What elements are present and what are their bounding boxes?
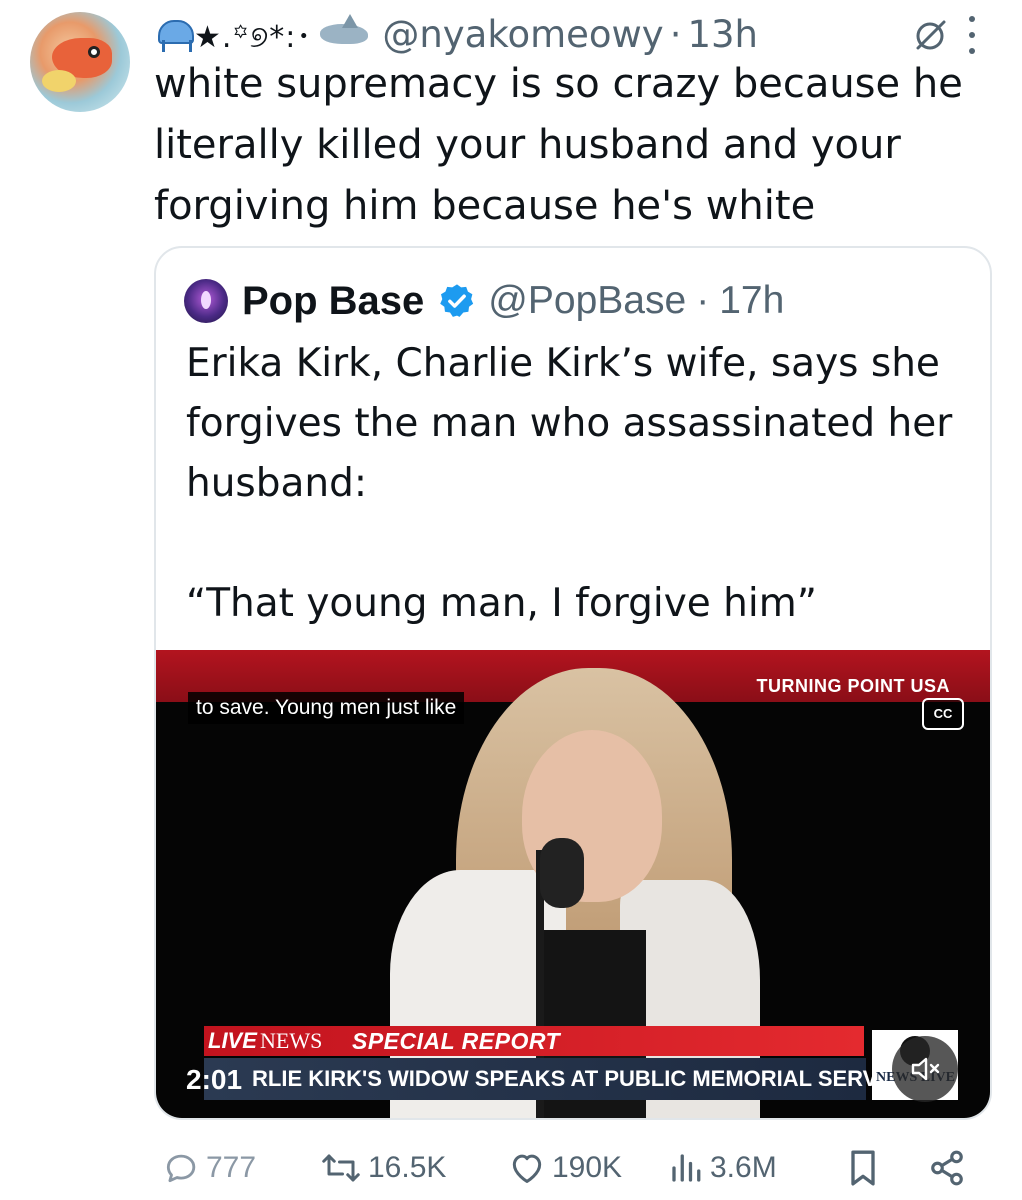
tweet-actions-bar: 777 16.5K 190K 3.6M (162, 1144, 972, 1192)
avatar-fin-shape (42, 70, 76, 92)
views-count: 3.6M (710, 1151, 777, 1184)
quoted-tweet-header: Pop Base @PopBase · 17h (184, 276, 784, 326)
shark-emoji-icon (318, 14, 372, 54)
quoted-author-avatar[interactable] (184, 279, 228, 323)
quoted-author-handle[interactable]: @PopBase (488, 279, 686, 323)
closed-captions-icon: CC (922, 698, 964, 730)
author-display-name[interactable]: ★.꙳୭*:･ (194, 12, 312, 56)
header-separator: · (669, 12, 682, 56)
grok-icon[interactable] (912, 18, 948, 54)
turning-point-logo: TURNING POINT USA (756, 676, 950, 696)
more-options-icon[interactable] (968, 16, 976, 54)
repost-action[interactable]: 16.5K (320, 1144, 446, 1192)
reply-icon (166, 1154, 196, 1183)
tweet-time[interactable]: 13h (687, 13, 758, 56)
abc-news-logo: NEWS (260, 1028, 323, 1053)
views-chart-icon (672, 1154, 701, 1182)
mute-button[interactable] (892, 1036, 958, 1102)
bookmark-icon[interactable] (846, 1148, 880, 1188)
video-timestamp: 2:01 (186, 1064, 243, 1095)
quoted-tweet-card[interactable]: Pop Base @PopBase · 17h Erika Kirk, Char… (154, 246, 992, 1120)
like-action[interactable]: 190K (508, 1144, 622, 1192)
video-player[interactable]: TURNING POINT USA CC to save. Young men … (156, 650, 990, 1118)
avatar-eye-shape (88, 46, 100, 58)
quoted-tweet-text: Erika Kirk, Charlie Kirk’s wife, says sh… (186, 341, 953, 626)
heart-icon (512, 1154, 542, 1183)
reply-count: 777 (206, 1151, 257, 1184)
video-frame-mic (540, 838, 584, 908)
views-action[interactable]: 3.6M (668, 1144, 777, 1192)
like-count: 190K (552, 1151, 623, 1184)
author-handle[interactable]: @nyakomeowy (382, 13, 663, 56)
repost-icon (322, 1154, 360, 1182)
repost-count: 16.5K (368, 1151, 447, 1184)
author-avatar[interactable] (30, 12, 130, 112)
jellyfish-emoji-icon (154, 14, 194, 54)
quoted-author-name[interactable]: Pop Base (242, 279, 424, 324)
special-report-label: SPECIAL REPORT (352, 1028, 561, 1054)
lower-third-headline: RLIE KIRK'S WIDOW SPEAKS AT PUBLIC MEMOR… (252, 1066, 915, 1091)
live-label: LIVE (208, 1028, 257, 1053)
speaker-muted-icon (911, 1057, 940, 1081)
tweet-text: white supremacy is so crazy because he l… (154, 61, 963, 229)
verified-badge-icon (440, 284, 474, 317)
quoted-tweet-time[interactable]: 17h (719, 279, 784, 323)
reply-action[interactable]: 777 (162, 1144, 256, 1192)
quoted-header-separator: · (696, 279, 710, 322)
share-icon[interactable] (928, 1148, 966, 1188)
video-caption: to save. Young men just like (188, 692, 465, 724)
